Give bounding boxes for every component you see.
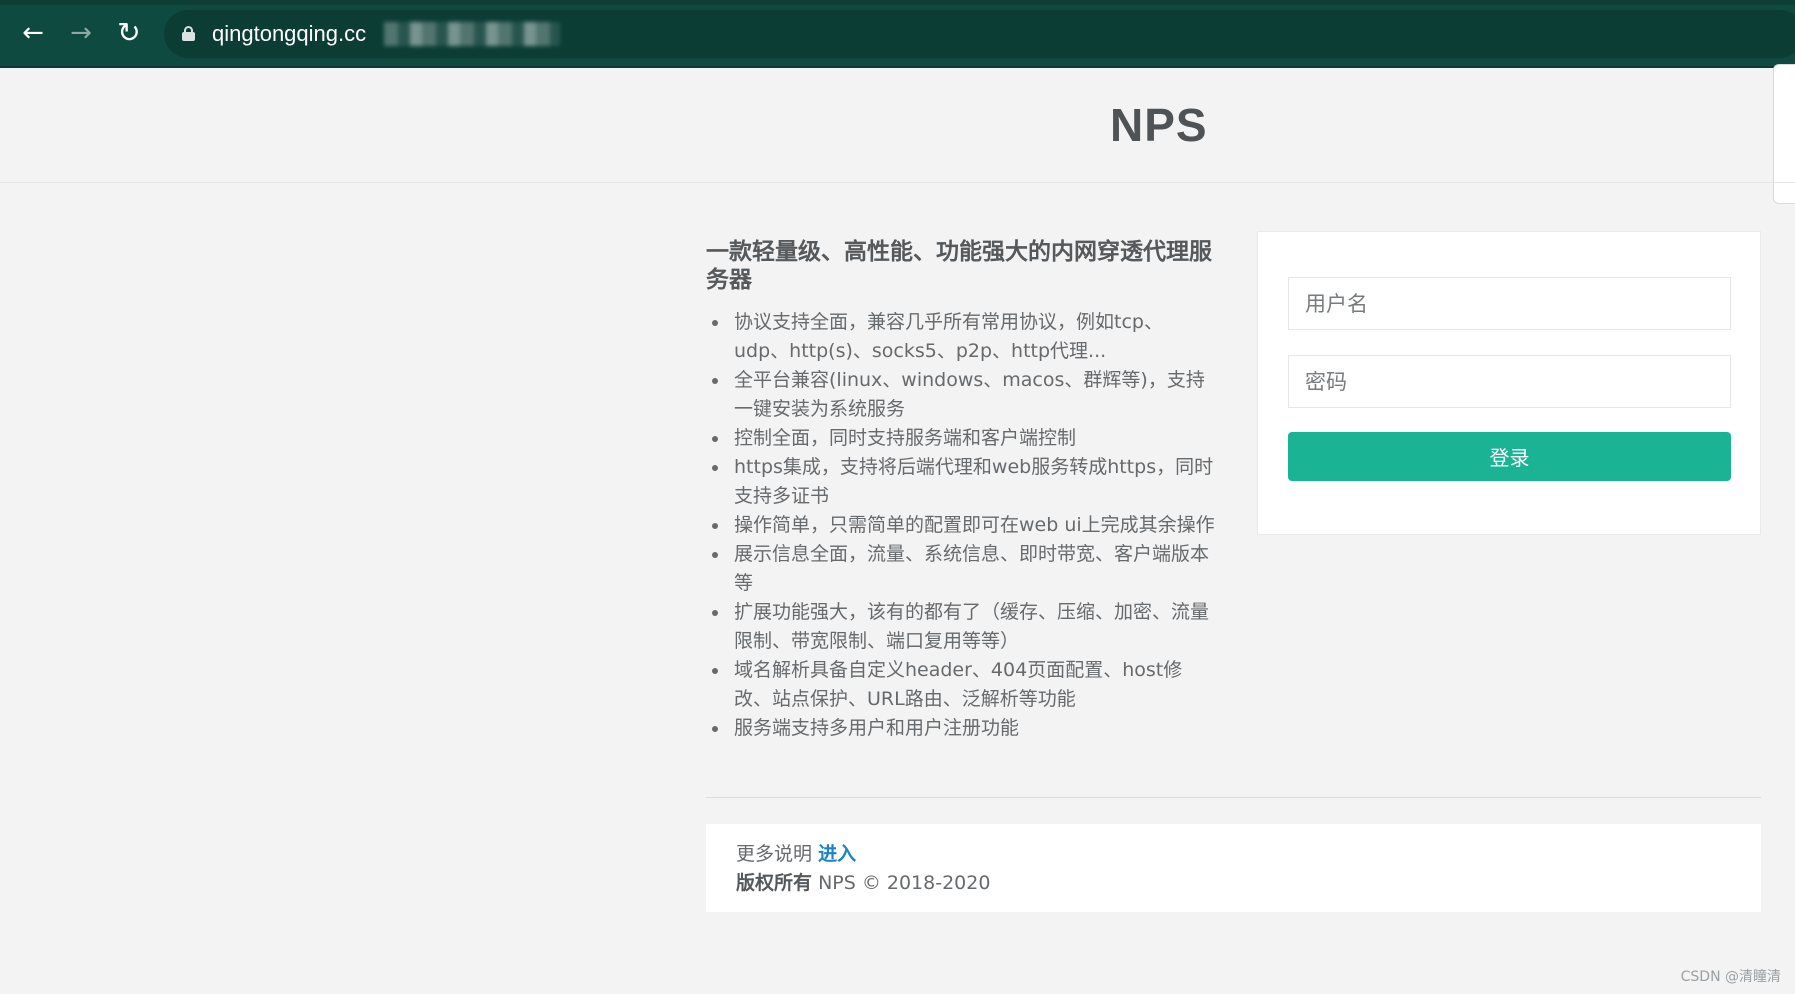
page-header: NPS [0,70,1795,183]
tab-strip [0,0,1795,5]
more-info-link[interactable]: 进入 [818,843,856,865]
lock-icon[interactable] [182,26,195,41]
feature-list: 协议支持全面，兼容几乎所有常用协议，例如tcp、udp、http(s)、sock… [706,308,1216,743]
bullet-icon [712,726,718,732]
feature-item: https集成，支持将后端代理和web服务转成https，同时支持多证书 [712,453,1216,511]
bullet-icon [712,523,718,529]
bullet-icon [712,320,718,326]
bullet-icon [712,610,718,616]
copyright-label: 版权所有 [736,872,813,894]
username-input[interactable] [1288,277,1731,330]
more-info-line: 更多说明 进入 [736,840,1731,869]
feature-item: 协议支持全面，兼容几乎所有常用协议，例如tcp、udp、http(s)、sock… [712,308,1216,366]
copyright-line: 版权所有 NPS © 2018-2020 [736,869,1731,898]
copyright-text: NPS © 2018-2020 [818,872,991,894]
browser-toolbar: ← → ↻ qingtongqing.cc [0,0,1795,68]
bullet-icon [712,378,718,384]
brand-title: NPS [1110,99,1208,151]
watermark: CSDN @清瞳清 [1680,969,1781,985]
intro-section: 一款轻量级、高性能、功能强大的内网穿透代理服务器 协议支持全面，兼容几乎所有常用… [706,238,1216,743]
address-bar[interactable]: qingtongqing.cc [164,10,1795,58]
intro-title: 一款轻量级、高性能、功能强大的内网穿透代理服务器 [706,239,1212,293]
bullet-icon [712,668,718,674]
login-form: 登录 [1257,231,1761,535]
feature-item: 扩展功能强大，该有的都有了（缓存、压缩、加密、流量限制、带宽限制、端口复用等等） [712,598,1216,656]
feature-item: 全平台兼容(linux、windows、macos、群辉等)，支持一键安装为系统… [712,366,1216,424]
reload-icon[interactable]: ↻ [114,18,144,48]
feature-item: 服务端支持多用户和用户注册功能 [712,714,1216,743]
feature-item: 域名解析具备自定义header、404页面配置、host修改、站点保护、URL路… [712,656,1216,714]
feature-item: 操作简单，只需简单的配置即可在web ui上完成其余操作 [712,511,1216,540]
bullet-icon [712,465,718,471]
login-button[interactable]: 登录 [1288,432,1731,481]
url-redacted [384,22,560,46]
footer: 更多说明 进入 版权所有 NPS © 2018-2020 [706,824,1761,912]
feature-item: 展示信息全面，流量、系统信息、即时带宽、客户端版本等 [712,540,1216,598]
bullet-icon [712,436,718,442]
bullet-icon [712,552,718,558]
more-info-text: 更多说明 [736,843,813,865]
feature-item: 控制全面，同时支持服务端和客户端控制 [712,424,1216,453]
forward-arrow-icon[interactable]: → [66,18,96,48]
back-arrow-icon[interactable]: ← [18,18,48,48]
url-text[interactable]: qingtongqing.cc [212,21,366,47]
footer-divider [706,797,1761,798]
password-input[interactable] [1288,355,1731,408]
